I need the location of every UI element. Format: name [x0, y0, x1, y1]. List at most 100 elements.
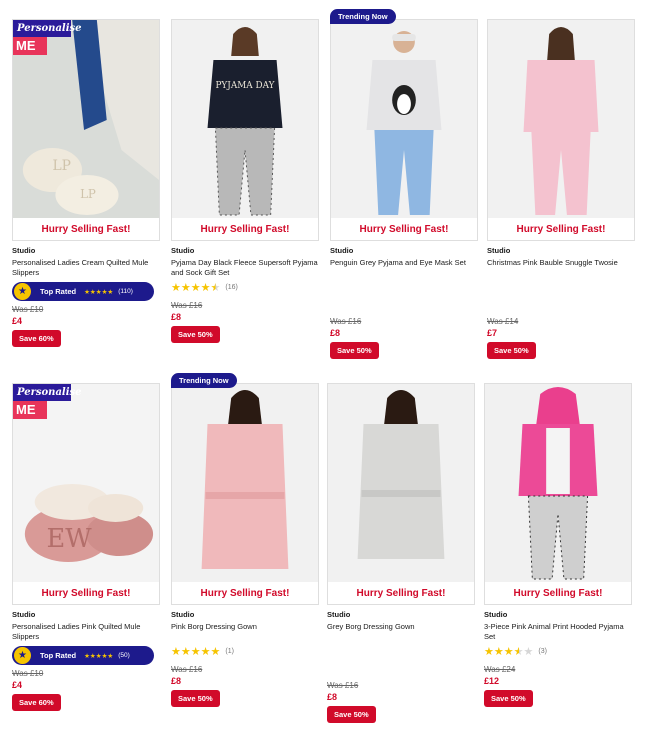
rating[interactable]: ★★★★★ (3) [484, 645, 632, 658]
product-image[interactable]: Hurry Selling Fast! [487, 19, 635, 241]
product-image[interactable]: Hurry Selling Fast! [330, 19, 478, 241]
trending-badge: Trending Now [171, 373, 237, 388]
product-image[interactable]: EW Personalise ME Hurry Selling Fast! [12, 383, 160, 605]
top-rated-badge: ★ Top Rated ★★★★★ (50) [12, 646, 154, 665]
star-rating-icons: ★★★★★ [484, 645, 534, 658]
save-badge: Save 50% [327, 706, 376, 723]
product-card[interactable]: EW Personalise ME Hurry Selling Fast! St… [12, 383, 160, 711]
medal-icon: ★ [14, 647, 31, 664]
product-title[interactable]: Pyjama Day Black Fleece Supersoft Pyjama… [171, 258, 319, 277]
rating-spacer [327, 645, 475, 657]
was-price: Was £14 [487, 317, 519, 326]
product-brand: Studio [327, 610, 351, 619]
product-title[interactable]: Pink Borg Dressing Gown [171, 622, 319, 641]
product-brand: Studio [12, 610, 36, 619]
current-price: £7 [487, 328, 498, 338]
product-title[interactable]: Grey Borg Dressing Gown [327, 622, 475, 641]
svg-text:LP: LP [52, 158, 70, 174]
product-image[interactable]: Hurry Selling Fast! [171, 383, 319, 605]
was-price: Was £16 [327, 681, 359, 690]
review-count: (1) [225, 647, 234, 655]
product-brand: Studio [171, 246, 195, 255]
hurry-selling-fast-banner: Hurry Selling Fast! [488, 218, 634, 240]
product-card[interactable]: PYJAMA DAY Hurry Selling Fast! Studio Pyj… [171, 19, 319, 343]
rating-spacer [487, 281, 635, 293]
save-badge: Save 50% [330, 342, 379, 359]
product-card[interactable]: Hurry Selling Fast! Studio Grey Borg Dres… [327, 383, 475, 723]
trending-badge: Trending Now [330, 9, 396, 24]
star-rating-icons: ★★★★★ [171, 281, 221, 294]
hurry-selling-fast-banner: Hurry Selling Fast! [331, 218, 477, 240]
hurry-selling-fast-banner: Hurry Selling Fast! [13, 582, 159, 604]
was-price: Was £10 [12, 305, 44, 314]
product-photo[interactable] [331, 20, 477, 220]
product-photo[interactable] [172, 384, 318, 584]
was-price: Was £24 [484, 665, 516, 674]
product-image[interactable]: Hurry Selling Fast! [484, 383, 632, 605]
product-brand: Studio [12, 246, 36, 255]
was-price: Was £16 [330, 317, 362, 326]
product-card[interactable]: Trending Now Hurry Selling Fast! Studio P… [330, 9, 478, 359]
current-price: £8 [327, 692, 338, 702]
product-brand: Studio [171, 610, 195, 619]
rating-spacer [330, 281, 478, 293]
review-count: (16) [225, 283, 238, 291]
top-rated-label: Top Rated [40, 287, 77, 296]
product-title[interactable]: 3-Piece Pink Animal Print Hooded Pyjama … [484, 622, 632, 641]
save-badge: Save 50% [484, 690, 533, 707]
product-photo[interactable]: PYJAMA DAY [172, 20, 318, 220]
star-rating-icons: ★★★★★ [84, 288, 114, 296]
was-price: Was £10 [12, 669, 44, 678]
hurry-selling-fast-banner: Hurry Selling Fast! [328, 582, 474, 604]
review-count: (50) [118, 652, 130, 659]
top-rated-label: Top Rated [40, 651, 77, 660]
hurry-selling-fast-banner: Hurry Selling Fast! [172, 582, 318, 604]
product-image[interactable]: Hurry Selling Fast! [327, 383, 475, 605]
rating[interactable]: ★★★★★ (1) [171, 645, 319, 658]
product-image[interactable]: LP LP Personalise ME Hurry Selling Fast! [12, 19, 160, 241]
product-brand: Studio [487, 246, 511, 255]
svg-text:EW: EW [47, 524, 93, 554]
rating[interactable]: ★★★★★ (16) [171, 281, 319, 294]
product-title[interactable]: Christmas Pink Bauble Snuggle Twosie [487, 258, 635, 277]
personalise-me-label: ME [13, 401, 47, 419]
was-price: Was £16 [171, 665, 203, 674]
svg-text:PYJAMA DAY: PYJAMA DAY [215, 81, 274, 91]
hurry-selling-fast-banner: Hurry Selling Fast! [13, 218, 159, 240]
current-price: £8 [171, 676, 182, 686]
was-price: Was £16 [171, 301, 203, 310]
current-price: £8 [330, 328, 341, 338]
product-brand: Studio [330, 246, 354, 255]
product-card[interactable]: Hurry Selling Fast! Studio 3-Piece Pink A… [484, 383, 632, 707]
current-price: £12 [484, 676, 500, 686]
review-count: (3) [538, 647, 547, 655]
personalise-label: Personalise [13, 384, 82, 401]
product-title[interactable]: Personalised Ladies Pink Quilted Mule Sl… [12, 622, 160, 641]
save-badge: Save 50% [487, 342, 536, 359]
product-photo[interactable] [488, 20, 634, 220]
personalise-me-badge: Personalise ME [13, 384, 82, 419]
current-price: £4 [12, 680, 23, 690]
hurry-selling-fast-banner: Hurry Selling Fast! [172, 218, 318, 240]
product-photo[interactable] [485, 384, 631, 584]
product-card[interactable]: LP LP Personalise ME Hurry Selling Fast!… [12, 19, 160, 347]
review-count: (110) [118, 288, 133, 295]
save-badge: Save 60% [12, 330, 61, 347]
product-card[interactable]: Hurry Selling Fast! Studio Christmas Pink… [487, 19, 635, 359]
save-badge: Save 50% [171, 326, 220, 343]
product-brand: Studio [484, 610, 508, 619]
product-card[interactable]: Trending Now Hurry Selling Fast! Studio P… [171, 373, 319, 707]
save-badge: Save 60% [12, 694, 61, 711]
product-image[interactable]: PYJAMA DAY Hurry Selling Fast! [171, 19, 319, 241]
product-title[interactable]: Personalised Ladies Cream Quilted Mule S… [12, 258, 160, 277]
product-title[interactable]: Penguin Grey Pyjama and Eye Mask Set [330, 258, 478, 277]
personalise-label: Personalise [13, 20, 82, 37]
medal-icon: ★ [14, 283, 31, 300]
top-rated-badge: ★ Top Rated ★★★★★ (110) [12, 282, 154, 301]
current-price: £4 [12, 316, 23, 326]
product-photo[interactable] [328, 384, 474, 584]
star-rating-icons: ★★★★★ [171, 645, 221, 658]
hurry-selling-fast-banner: Hurry Selling Fast! [485, 582, 631, 604]
personalise-me-badge: Personalise ME [13, 20, 82, 55]
star-rating-icons: ★★★★★ [84, 652, 114, 660]
